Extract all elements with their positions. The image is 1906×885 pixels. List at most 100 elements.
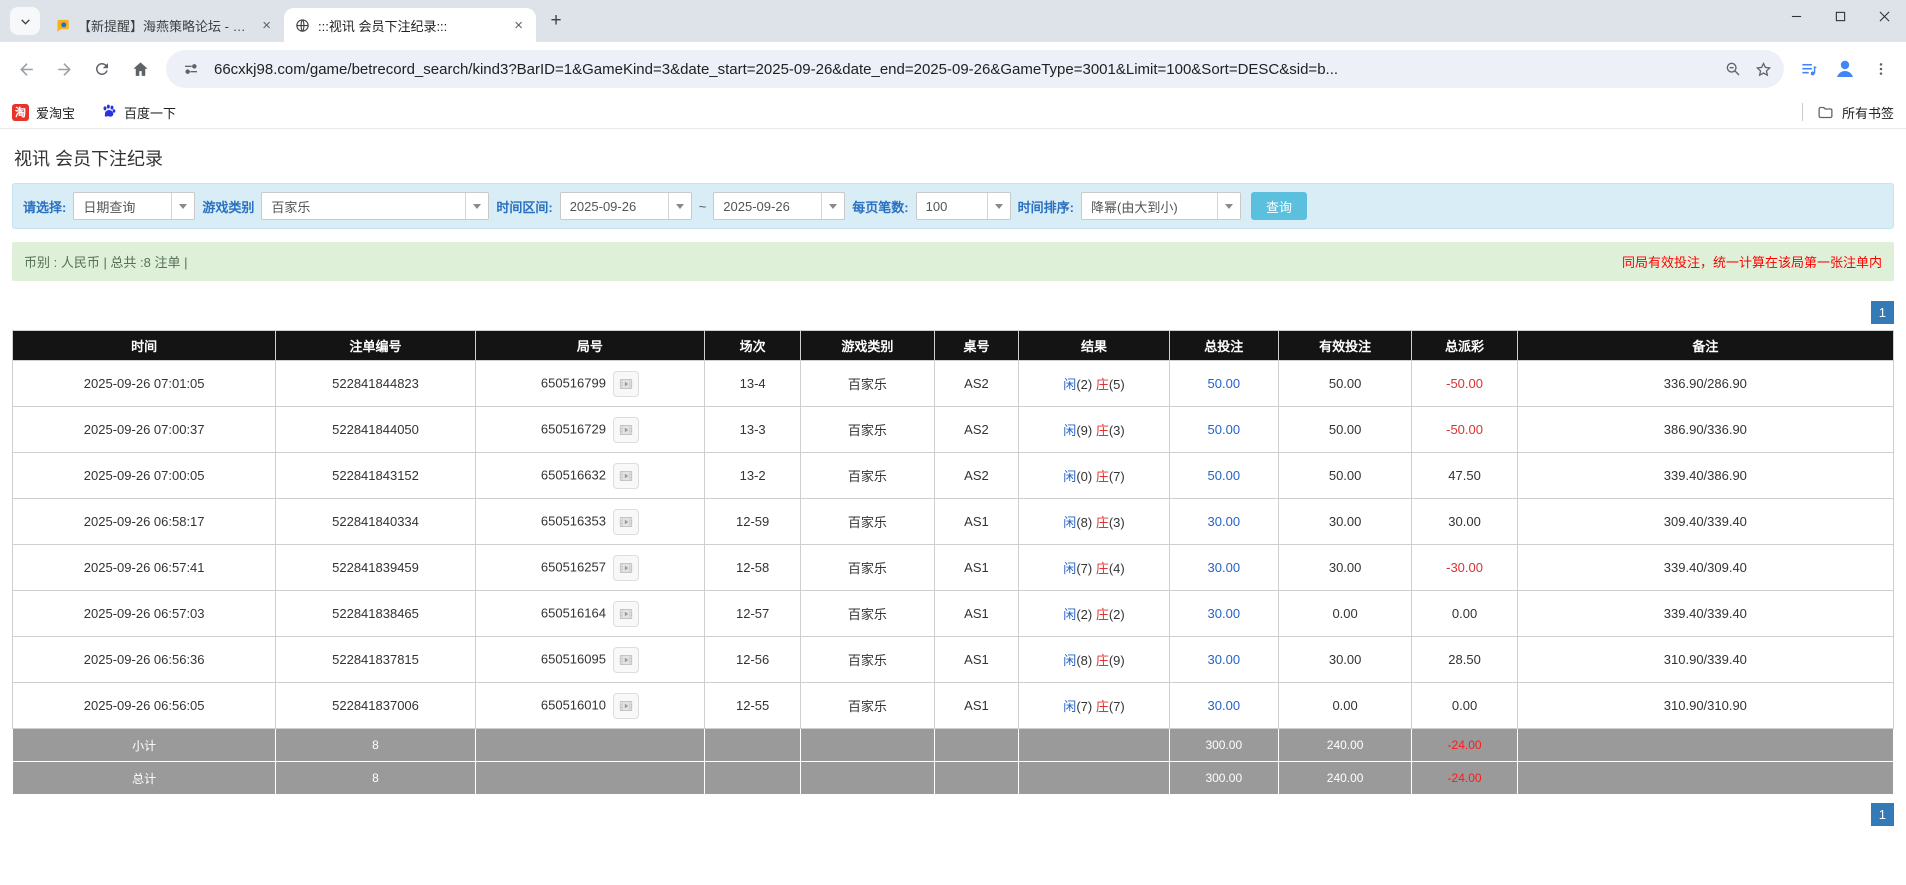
tab-title: 【新提醒】海燕策略论坛 - 综合	[78, 16, 251, 35]
select-label: 请选择:	[23, 197, 66, 216]
time-cell: 2025-09-26 06:58:17	[13, 499, 276, 545]
page-1-button[interactable]: 1	[1871, 301, 1894, 324]
query-type-select[interactable]: 日期查询	[73, 192, 195, 220]
column-header-3: 场次	[705, 331, 801, 361]
video-replay-button[interactable]	[613, 555, 639, 581]
payout-cell: 30.00	[1412, 499, 1517, 545]
table-no-cell: AS1	[934, 545, 1019, 591]
total-bet-link[interactable]: 30.00	[1208, 560, 1241, 575]
subtotal-row-cell-4	[801, 729, 935, 762]
time-cell: 2025-09-26 07:00:37	[13, 407, 276, 453]
total-bet-link[interactable]: 50.00	[1208, 376, 1241, 391]
result-cell: 闲(9) 庄(3)	[1019, 407, 1169, 453]
reload-button[interactable]	[84, 51, 120, 87]
subtotal-row-cell-9: -24.00	[1412, 729, 1517, 762]
round-number: 650516729	[541, 421, 606, 436]
search-button[interactable]: 查询	[1251, 192, 1307, 220]
maximize-button[interactable]	[1818, 0, 1862, 32]
all-bookmarks-button[interactable]: 所有书签	[1817, 103, 1894, 122]
result-cell: 闲(2) 庄(5)	[1019, 361, 1169, 407]
video-replay-button[interactable]	[613, 693, 639, 719]
new-tab-button[interactable]: +	[542, 7, 570, 35]
bookmark-taobao[interactable]: 淘 爱淘宝	[12, 103, 75, 122]
column-header-6: 结果	[1019, 331, 1169, 361]
total-bet-link[interactable]: 30.00	[1208, 606, 1241, 621]
result-cell: 闲(7) 庄(4)	[1019, 545, 1169, 591]
film-glyph	[619, 607, 633, 621]
time-cell: 2025-09-26 06:57:41	[13, 545, 276, 591]
url-text[interactable]: 66cxkj98.com/game/betrecord_search/kind3…	[214, 61, 1710, 78]
tab-close-icon[interactable]: ×	[259, 18, 274, 33]
round-number: 650516799	[541, 375, 606, 390]
column-header-9: 总派彩	[1412, 331, 1517, 361]
date-range-label: 时间区间:	[496, 197, 552, 216]
note-cell: 309.40/339.40	[1517, 499, 1893, 545]
payout-cell: -30.00	[1412, 545, 1517, 591]
chevron-down-icon	[465, 193, 488, 219]
total-bet-link[interactable]: 30.00	[1208, 652, 1241, 667]
tab-betrecord[interactable]: :::视讯 会员下注纪录::: ×	[284, 8, 536, 42]
bookmark-baidu[interactable]: 百度一下	[101, 103, 176, 122]
profile-avatar[interactable]	[1828, 52, 1862, 86]
tab-forum[interactable]: 【新提醒】海燕策略论坛 - 综合 ×	[44, 8, 284, 42]
video-replay-button[interactable]	[613, 647, 639, 673]
address-bar[interactable]: 66cxkj98.com/game/betrecord_search/kind3…	[166, 50, 1784, 88]
date-end-select[interactable]: 2025-09-26	[713, 192, 845, 220]
round-cell: 650516799	[475, 361, 704, 407]
subtotal-row-cell-2	[475, 729, 704, 762]
time-cell: 2025-09-26 07:01:05	[13, 361, 276, 407]
total-row-cell-2	[475, 762, 704, 795]
video-replay-button[interactable]	[613, 371, 639, 397]
date-start-select[interactable]: 2025-09-26	[560, 192, 692, 220]
payout-cell: -50.00	[1412, 361, 1517, 407]
film-glyph	[619, 423, 633, 437]
video-replay-button[interactable]	[613, 463, 639, 489]
site-settings-button[interactable]	[176, 54, 206, 84]
tab-title: :::视讯 会员下注纪录:::	[318, 16, 503, 35]
total-bet-link[interactable]: 30.00	[1208, 698, 1241, 713]
subtotal-row-cell-10	[1517, 729, 1893, 762]
zoom-button[interactable]	[1718, 54, 1748, 84]
tab-search-button[interactable]	[10, 7, 40, 35]
video-replay-button[interactable]	[613, 601, 639, 627]
total-bet-link[interactable]: 50.00	[1208, 468, 1241, 483]
total-bet-link[interactable]: 50.00	[1208, 422, 1241, 437]
round-number: 650516257	[541, 559, 606, 574]
table-header-row: 时间注单编号局号场次游戏类别桌号结果总投注有效投注总派彩备注	[13, 331, 1894, 361]
tab-close-icon[interactable]: ×	[511, 18, 526, 33]
back-button[interactable]	[8, 51, 44, 87]
sort-value: 降幂(由大到小)	[1082, 197, 1217, 216]
bookmark-star-button[interactable]	[1748, 54, 1778, 84]
table-no-cell: AS1	[934, 591, 1019, 637]
home-button[interactable]	[122, 51, 158, 87]
per-page-select[interactable]: 100	[916, 192, 1011, 220]
table-row: 2025-09-26 06:56:36522841837815650516095…	[13, 637, 1894, 683]
session-cell: 13-2	[705, 453, 801, 499]
game-type-cell: 百家乐	[801, 361, 935, 407]
bet-id-cell: 522841837006	[276, 683, 475, 729]
tune-icon	[183, 61, 199, 77]
video-replay-button[interactable]	[613, 509, 639, 535]
per-page-label: 每页笔数:	[852, 197, 908, 216]
divider	[1802, 103, 1803, 121]
valid-bet-cell: 50.00	[1278, 361, 1412, 407]
close-button[interactable]	[1862, 0, 1906, 32]
total-bet-link[interactable]: 30.00	[1208, 514, 1241, 529]
bookmarks-bar: 淘 爱淘宝 百度一下 所有书签	[0, 96, 1906, 129]
table-no-cell: AS1	[934, 637, 1019, 683]
game-type-select[interactable]: 百家乐	[261, 192, 489, 220]
forward-button[interactable]	[46, 51, 82, 87]
browser-menu-button[interactable]	[1864, 52, 1898, 86]
sort-select[interactable]: 降幂(由大到小)	[1081, 192, 1241, 220]
bet-id-cell: 522841840334	[276, 499, 475, 545]
video-replay-button[interactable]	[613, 417, 639, 443]
total-row: 总计8300.00240.00-24.00	[13, 762, 1894, 795]
total-row-cell-6	[1019, 762, 1169, 795]
result-cell: 闲(0) 庄(7)	[1019, 453, 1169, 499]
minimize-button[interactable]	[1774, 0, 1818, 32]
film-glyph	[619, 469, 633, 483]
playlist-icon	[1800, 60, 1819, 79]
column-header-1: 注单编号	[276, 331, 475, 361]
media-controls-button[interactable]	[1792, 52, 1826, 86]
page-1-button[interactable]: 1	[1871, 803, 1894, 826]
